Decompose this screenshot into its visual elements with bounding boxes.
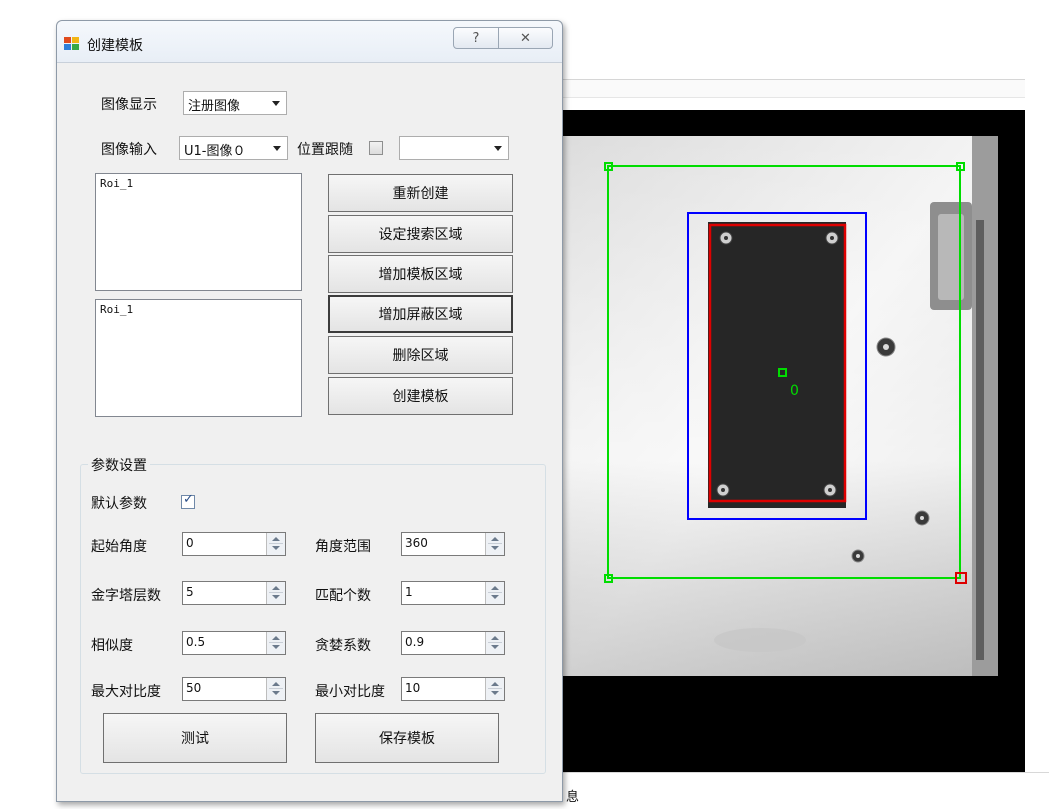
pyramid-levels-label: 金字塔层数	[91, 588, 161, 604]
image-input-select[interactable]: U1-图像０	[179, 136, 288, 160]
greedy-value: 0.9	[405, 635, 425, 649]
app-icon	[64, 37, 80, 51]
match-count-field[interactable]: 1	[401, 581, 505, 605]
position-follow-label: 位置跟随	[297, 142, 353, 158]
pyramid-levels-value: 5	[186, 585, 194, 599]
image-canvas: 0	[560, 136, 998, 676]
chevron-down-icon	[272, 101, 280, 106]
default-params-checkbox[interactable]: ✓	[181, 492, 195, 509]
match-count-label: 匹配个数	[315, 588, 371, 604]
max-contrast-spinner[interactable]	[266, 678, 285, 700]
mask-roi-list[interactable]: Roi_1	[95, 299, 302, 417]
start-angle-label: 起始角度	[91, 539, 147, 555]
min-contrast-spinner[interactable]	[485, 678, 504, 700]
app-status-area	[560, 772, 1049, 809]
angle-range-spinner[interactable]	[485, 533, 504, 555]
similarity-spinner[interactable]	[266, 632, 285, 654]
image-viewer[interactable]: 0	[560, 110, 1025, 772]
image-display-value: 注册图像	[188, 99, 241, 114]
close-button[interactable]: ✕	[498, 27, 553, 49]
set-search-region-button[interactable]: 设定搜索区域	[328, 215, 513, 253]
checkmark-icon: ✓	[183, 492, 194, 507]
angle-range-value: 360	[405, 536, 428, 550]
chevron-down-icon	[494, 146, 502, 151]
app-status-text: 息	[566, 790, 580, 805]
dialog-titlebar[interactable]: 创建模板 ? ✕	[57, 21, 562, 63]
image-display-select[interactable]: 注册图像	[183, 91, 287, 115]
add-template-region-button[interactable]: 增加模板区域	[328, 255, 513, 293]
save-template-button[interactable]: 保存模板	[315, 713, 499, 763]
create-template-dialog: 创建模板 ? ✕ 图像显示 注册图像 图像输入 U1-图像０ 位置跟随 Roi_…	[56, 20, 563, 802]
image-display-label: 图像显示	[101, 97, 157, 113]
greedy-field[interactable]: 0.9	[401, 631, 505, 655]
position-follow-checkbox[interactable]	[369, 141, 383, 155]
start-angle-field[interactable]: 0	[182, 532, 286, 556]
template-roi-list[interactable]: Roi_1	[95, 173, 302, 291]
create-template-button[interactable]: 创建模板	[328, 377, 513, 415]
match-count-value: 1	[405, 585, 413, 599]
component-body	[708, 222, 846, 508]
min-contrast-field[interactable]: 10	[401, 677, 505, 701]
max-contrast-value: 50	[186, 681, 202, 695]
right-rail	[972, 136, 998, 676]
add-mask-region-button[interactable]: 增加屏蔽区域	[328, 295, 513, 333]
start-angle-spinner[interactable]	[266, 533, 285, 555]
pyramid-levels-spinner[interactable]	[266, 582, 285, 604]
angle-range-label: 角度范围	[315, 539, 371, 555]
match-count-spinner[interactable]	[485, 582, 504, 604]
similarity-value: 0.5	[186, 635, 206, 649]
app-toolbar-band	[560, 80, 1025, 98]
recreate-button[interactable]: 重新创建	[328, 174, 513, 212]
list-item[interactable]: Roi_1	[100, 303, 297, 316]
delete-region-button[interactable]: 删除区域	[328, 336, 513, 374]
start-angle-value: 0	[186, 536, 194, 550]
angle-range-field[interactable]: 360	[401, 532, 505, 556]
center-label: 0	[790, 383, 799, 399]
chevron-down-icon	[273, 146, 281, 151]
max-contrast-field[interactable]: 50	[182, 677, 286, 701]
params-group-title: 参数设置	[88, 455, 150, 475]
similarity-field[interactable]: 0.5	[182, 631, 286, 655]
max-contrast-label: 最大对比度	[91, 684, 161, 700]
help-button[interactable]: ?	[453, 27, 499, 49]
position-follow-select[interactable]	[399, 136, 509, 160]
dialog-title: 创建模板	[87, 38, 143, 54]
help-icon: ?	[472, 30, 480, 46]
close-icon: ✕	[520, 30, 531, 46]
image-input-value: U1-图像０	[184, 144, 246, 159]
greedy-label: 贪婪系数	[315, 638, 371, 654]
min-contrast-label: 最小对比度	[315, 684, 385, 700]
pyramid-levels-field[interactable]: 5	[182, 581, 286, 605]
app-right-margin	[1025, 98, 1049, 772]
default-params-label: 默认参数	[91, 496, 147, 512]
list-item[interactable]: Roi_1	[100, 177, 297, 190]
image-input-label: 图像输入	[101, 142, 157, 158]
similarity-label: 相似度	[91, 638, 133, 654]
test-button[interactable]: 测试	[103, 713, 287, 763]
min-contrast-value: 10	[405, 681, 421, 695]
greedy-spinner[interactable]	[485, 632, 504, 654]
